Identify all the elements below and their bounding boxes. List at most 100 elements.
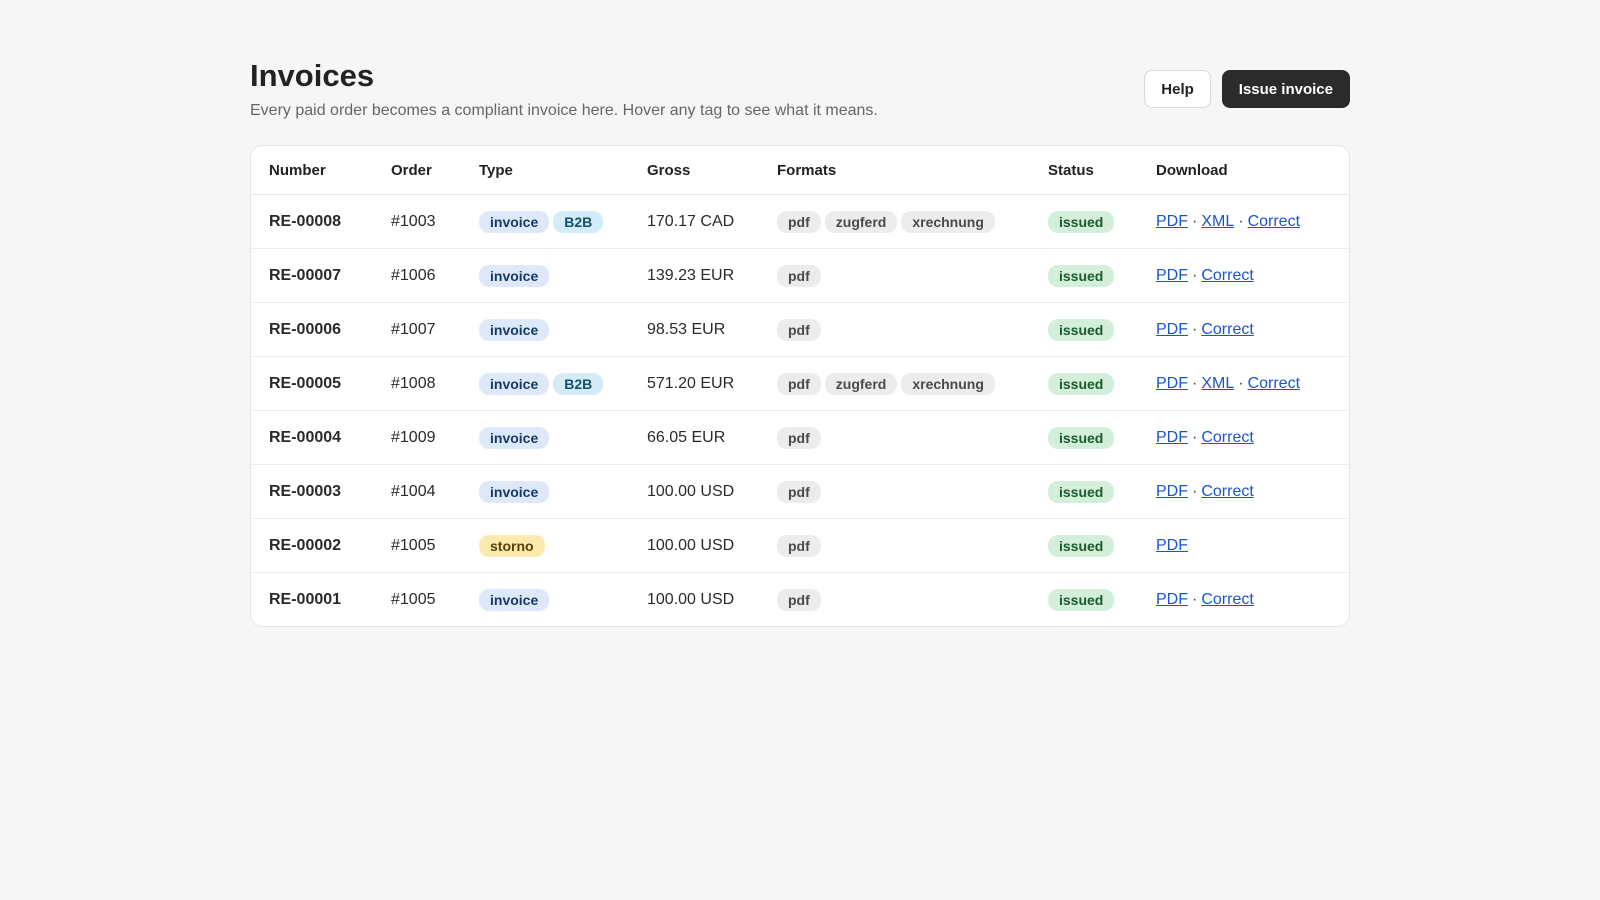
format-tag[interactable]: pdf [777,264,821,287]
type-cell: invoice B2B [461,194,629,249]
link-separator: · [1192,482,1198,500]
download-link-correct[interactable]: Correct [1201,591,1253,608]
invoice-rows: RE-00008 #1003 invoice B2B 170.17 CAD pdf zugf… [251,194,1349,627]
format-tag[interactable]: pdf [777,588,821,611]
formats-cell: pdf [759,573,1030,627]
link-separator: · [1238,212,1244,230]
formats-cell: pdf [759,248,1030,303]
download-cell: PDF [1138,518,1349,573]
status-badge[interactable]: issued [1048,210,1115,233]
type-tag[interactable]: invoice [479,372,550,395]
order-number: #1005 [391,590,436,608]
type-tag[interactable]: storno [479,534,545,557]
table-row: RE-00008 #1003 invoice B2B 170.17 CAD pdf zugf… [251,194,1349,249]
status-cell: issued [1030,194,1138,249]
download-link-correct[interactable]: Correct [1248,213,1300,230]
download-link-pdf[interactable]: PDF [1156,537,1188,554]
table-row: RE-00002 #1005 storno 100.00 USD pdf issued PD… [251,518,1349,573]
type-cell: invoice [461,248,629,303]
format-tag[interactable]: pdf [777,210,821,233]
download-link-correct[interactable]: Correct [1201,483,1253,500]
download-link-xml[interactable]: XML [1201,213,1234,230]
download-link-pdf[interactable]: PDF [1156,429,1188,446]
status-cell: issued [1030,302,1138,357]
invoices-table: Number Order Type Gross Formats Status D… [251,146,1349,626]
format-tag[interactable]: zugferd [824,210,898,233]
type-tag[interactable]: invoice [479,426,550,449]
status-cell: issued [1030,410,1138,465]
format-tag[interactable]: xrechnung [901,210,995,233]
gross-amount: 571.20 EUR [629,356,759,411]
type-tag[interactable]: invoice [479,480,550,503]
column-header-formats: Formats [759,146,1030,195]
page-title: Invoices [250,58,375,93]
status-badge[interactable]: issued [1048,426,1115,449]
header-actions: Help Issue invoice [1144,70,1350,108]
gross-amount: 98.53 EUR [629,302,759,357]
gross-amount: 139.23 EUR [629,248,759,303]
download-link-correct[interactable]: Correct [1201,429,1253,446]
type-tag[interactable]: B2B [553,210,604,233]
formats-cell: pdf zugferd xrechnung [759,356,1030,411]
invoices-table-card: Number Order Type Gross Formats Status D… [250,145,1350,627]
download-link-pdf[interactable]: PDF [1156,267,1188,284]
download-cell: PDF · Correct [1138,410,1349,465]
status-badge[interactable]: issued [1048,480,1115,503]
type-tag[interactable]: invoice [479,264,550,287]
download-link-pdf[interactable]: PDF [1156,483,1188,500]
format-tag[interactable]: pdf [777,372,821,395]
status-cell: issued [1030,573,1138,627]
format-tag[interactable]: pdf [777,534,821,557]
column-header-order: Order [373,146,461,195]
gross-amount: 170.17 CAD [629,194,759,249]
download-link-xml[interactable]: XML [1201,375,1234,392]
status-badge[interactable]: issued [1048,264,1115,287]
format-tag[interactable]: pdf [777,426,821,449]
download-link-correct[interactable]: Correct [1248,375,1300,392]
status-cell: issued [1030,464,1138,519]
status-cell: issued [1030,356,1138,411]
format-tag[interactable]: zugferd [824,372,898,395]
page-subtitle: Every paid order becomes a compliant inv… [250,102,878,119]
order-number: #1003 [373,194,461,249]
format-tag[interactable]: pdf [777,480,821,503]
table-row: RE-00005 #1008 invoice B2B 571.20 EUR pdf zugf… [251,356,1349,411]
status-badge[interactable]: issued [1048,534,1115,557]
invoice-number: RE-00008 [251,194,373,249]
type-tag[interactable]: B2B [553,372,604,395]
column-header-type: Type [461,146,629,195]
link-separator: · [1192,266,1198,284]
table-row: RE-00004 #1009 invoice 66.05 EUR pdf issued PD… [251,410,1349,465]
invoice-number: RE-00001 [269,590,342,608]
gross-amount: 100.00 USD [629,518,759,573]
download-link-correct[interactable]: Correct [1201,321,1253,338]
format-tag[interactable]: xrechnung [901,372,995,395]
download-link-correct[interactable]: Correct [1201,267,1253,284]
download-link-pdf[interactable]: PDF [1156,591,1188,608]
invoice-number: RE-00006 [251,302,373,357]
column-header-status: Status [1030,146,1138,195]
type-tag[interactable]: invoice [479,318,550,341]
download-link-pdf[interactable]: PDF [1156,321,1188,338]
type-cell: invoice [461,410,629,465]
table-header-row: Number Order Type Gross Formats Status D… [251,146,1349,195]
format-tag[interactable]: pdf [777,318,821,341]
formats-cell: pdf zugferd xrechnung [759,194,1030,249]
invoice-number: RE-00003 [251,464,373,519]
status-badge[interactable]: issued [1048,318,1115,341]
title-block: Invoices Every paid order becomes a comp… [250,56,878,121]
table-row: RE-00007 #1006 invoice 139.23 EUR pdf issued P… [251,248,1349,303]
download-link-pdf[interactable]: PDF [1156,213,1188,230]
type-tag[interactable]: invoice [479,210,550,233]
column-header-gross: Gross [629,146,759,195]
order-number: #1007 [373,302,461,357]
formats-cell: pdf [759,518,1030,573]
issue-invoice-button[interactable]: Issue invoice [1221,70,1350,108]
type-tag[interactable]: invoice [479,588,550,611]
status-badge[interactable]: issued [1048,372,1115,395]
link-separator: · [1192,320,1198,338]
download-link-pdf[interactable]: PDF [1156,375,1188,392]
help-button[interactable]: Help [1144,70,1211,108]
status-badge[interactable]: issued [1048,588,1115,611]
link-separator: · [1192,212,1198,230]
